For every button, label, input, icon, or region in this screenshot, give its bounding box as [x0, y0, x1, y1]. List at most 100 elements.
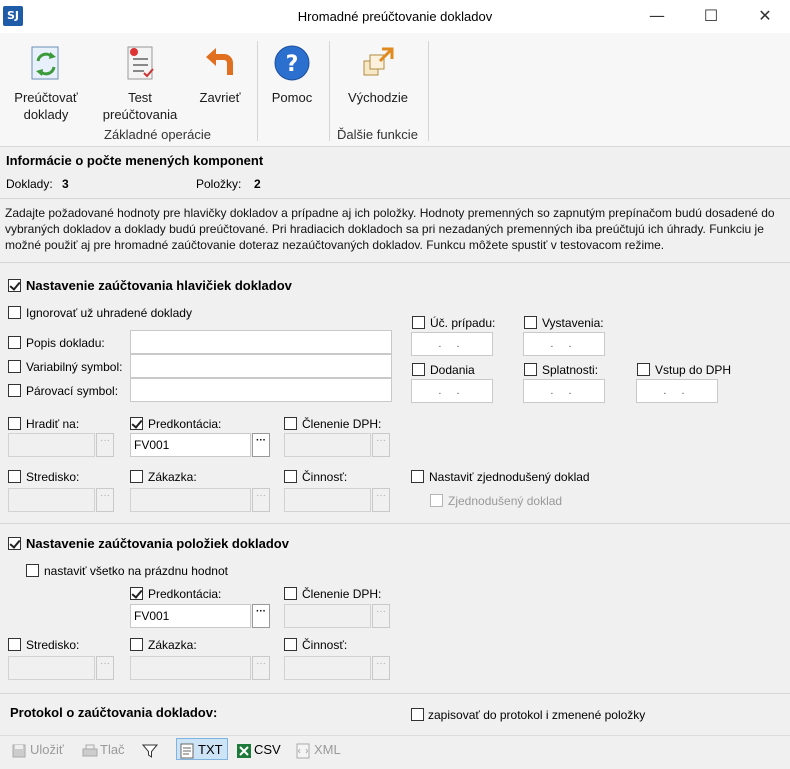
items-count-value: 2: [254, 177, 261, 191]
write-changed-label: zapisovať do protokol i zmenené položky: [428, 708, 646, 722]
header-order-label: Zákazka:: [148, 470, 197, 484]
maximize-button[interactable]: ☐: [688, 2, 734, 30]
minimize-button[interactable]: —: [634, 2, 680, 30]
items-order-input[interactable]: [130, 656, 251, 680]
vat-entry-date[interactable]: . .: [636, 379, 718, 403]
ribbon-separator: [329, 41, 330, 141]
delivery-date[interactable]: . .: [411, 379, 493, 403]
items-predkontacia-label: Predkontácia:: [148, 587, 222, 601]
filter-button[interactable]: [141, 740, 160, 760]
header-predkontacia-checkbox[interactable]: [130, 417, 143, 430]
case-no-checkbox[interactable]: [412, 316, 425, 329]
set-simplified-label: Nastaviť zjednodušený doklad: [429, 470, 590, 484]
doc-description-input[interactable]: [130, 330, 392, 354]
set-all-empty-checkbox[interactable]: [26, 564, 39, 577]
defaults-button[interactable]: Východzie: [340, 43, 416, 106]
items-order-label: Zákazka:: [148, 638, 197, 652]
pairing-symbol-checkbox[interactable]: [8, 384, 21, 397]
items-center-checkbox[interactable]: [8, 638, 21, 651]
xml-button[interactable]: XML: [296, 740, 341, 760]
items-vat-breakdown-lookup-button[interactable]: ···: [372, 604, 390, 628]
help-button[interactable]: ? Pomoc: [264, 43, 320, 106]
header-activity-lookup-button[interactable]: ···: [372, 488, 390, 512]
issued-checkbox[interactable]: [524, 316, 537, 329]
items-predkontacia-checkbox[interactable]: [130, 587, 143, 600]
save-button[interactable]: Uložiť: [12, 740, 64, 760]
divider: [0, 198, 790, 199]
header-predkontacia-label: Predkontácia:: [148, 417, 222, 431]
items-center-label: Stredisko:: [26, 638, 80, 652]
close-dialog-button[interactable]: Zavrieť: [192, 43, 248, 106]
header-order-input[interactable]: [130, 488, 251, 512]
header-section-checkbox[interactable]: [8, 279, 21, 292]
txt-file-icon: [180, 743, 194, 759]
items-predkontacia-lookup-button[interactable]: ···: [252, 604, 270, 628]
txt-button[interactable]: TXT: [176, 738, 228, 760]
items-vat-breakdown-checkbox[interactable]: [284, 587, 297, 600]
items-order-lookup-button[interactable]: ···: [252, 656, 270, 680]
group-label-basic: Základné operácie: [104, 127, 211, 142]
case-no-date[interactable]: . .: [411, 332, 493, 356]
issued-label: Vystavenia:: [542, 316, 604, 330]
variable-symbol-label: Variabilný symbol:: [26, 360, 123, 374]
header-center-checkbox[interactable]: [8, 470, 21, 483]
header-section-title: Nastavenie zaúčtovania hlavičiek doklado…: [26, 278, 292, 293]
items-center-lookup-button[interactable]: ···: [96, 656, 114, 680]
items-vat-breakdown-input[interactable]: [284, 604, 371, 628]
items-activity-checkbox[interactable]: [284, 638, 297, 651]
header-order-checkbox[interactable]: [130, 470, 143, 483]
header-center-input[interactable]: [8, 488, 95, 512]
header-predkontacia-input[interactable]: FV001: [130, 433, 251, 457]
variable-symbol-input[interactable]: [130, 354, 392, 378]
test-label-1: Test: [128, 90, 152, 105]
header-activity-checkbox[interactable]: [284, 470, 297, 483]
header-vat-breakdown-lookup-button[interactable]: ···: [372, 433, 390, 457]
header-vat-breakdown-input[interactable]: [284, 433, 371, 457]
set-all-empty-label: nastaviť všetko na prázdnu hodnot: [44, 564, 228, 578]
items-section-title: Nastavenie zaúčtovania položiek dokladov: [26, 536, 289, 551]
items-activity-input[interactable]: [284, 656, 371, 680]
print-button[interactable]: Tlač: [82, 740, 125, 760]
due-date[interactable]: . .: [523, 379, 605, 403]
header-vat-breakdown-label: Členenie DPH:: [302, 417, 382, 431]
header-predkontacia-lookup-button[interactable]: ···: [252, 433, 270, 457]
items-predkontacia-input[interactable]: FV001: [130, 604, 251, 628]
header-vat-breakdown-checkbox[interactable]: [284, 417, 297, 430]
delivery-checkbox[interactable]: [412, 363, 425, 376]
header-activity-input[interactable]: [284, 488, 371, 512]
pay-to-input[interactable]: [8, 433, 95, 457]
divider: [0, 693, 790, 694]
help-glyph: ?: [286, 52, 299, 77]
defaults-icon: [358, 43, 398, 83]
due-checkbox[interactable]: [524, 363, 537, 376]
header-center-lookup-button[interactable]: ···: [96, 488, 114, 512]
test-repost-button[interactable]: Test preúčtovania: [96, 43, 184, 123]
pairing-symbol-label: Párovací symbol:: [26, 384, 119, 398]
items-activity-lookup-button[interactable]: ···: [372, 656, 390, 680]
ignore-paid-checkbox[interactable]: [8, 306, 21, 319]
repost-documents-button[interactable]: Preúčtovať doklady: [8, 43, 84, 123]
group-label-other: Ďalšie funkcie: [337, 127, 418, 142]
close-button[interactable]: ✕: [742, 2, 788, 30]
pay-to-lookup-button[interactable]: ···: [96, 433, 114, 457]
issued-date[interactable]: . .: [523, 332, 605, 356]
pairing-symbol-input[interactable]: [130, 378, 392, 402]
doc-description-checkbox[interactable]: [8, 336, 21, 349]
items-section-checkbox[interactable]: [8, 537, 21, 550]
title-bar: SJ Hromadné preúčtovanie dokladov — ☐ ✕: [0, 0, 790, 33]
header-activity-label: Činnosť:: [302, 470, 348, 484]
vat-entry-checkbox[interactable]: [637, 363, 650, 376]
pay-to-checkbox[interactable]: [8, 417, 21, 430]
info-heading: Informácie o počte menených komponent: [6, 153, 264, 168]
docs-count-label: Doklady:: [6, 177, 53, 191]
variable-symbol-checkbox[interactable]: [8, 360, 21, 373]
csv-button[interactable]: CSV: [236, 740, 281, 760]
write-changed-checkbox[interactable]: [411, 708, 424, 721]
header-order-lookup-button[interactable]: ···: [252, 488, 270, 512]
items-order-checkbox[interactable]: [130, 638, 143, 651]
items-center-input[interactable]: [8, 656, 95, 680]
set-simplified-checkbox[interactable]: [411, 470, 424, 483]
simplified-checkbox[interactable]: [430, 494, 443, 507]
ribbon-separator: [428, 41, 429, 141]
excel-icon: [236, 743, 251, 759]
